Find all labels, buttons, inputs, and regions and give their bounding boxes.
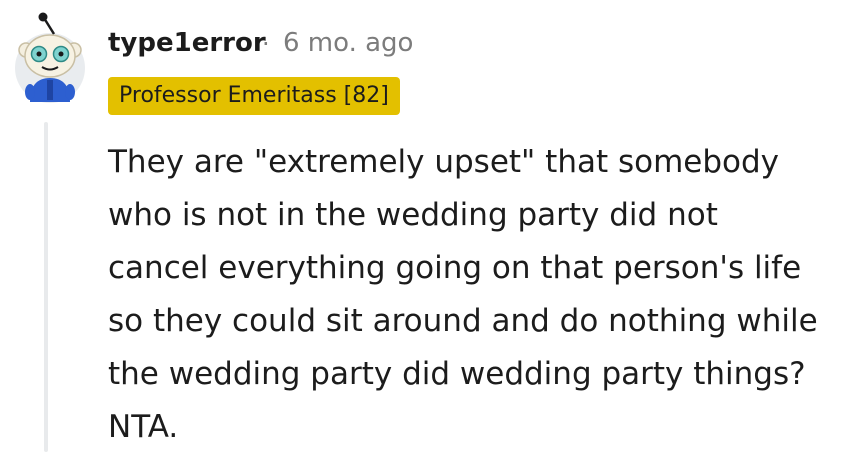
user-flair-badge: Professor Emeritass [82] [108,77,400,115]
comment-author[interactable]: type1error [108,28,266,58]
meta-separator: · [262,30,270,58]
comment-timestamp[interactable]: 6 mo. ago [283,28,413,58]
thread-collapse-line[interactable] [44,122,48,452]
comment-body: They are "extremely upset" that somebody… [108,144,818,445]
user-avatar-icon[interactable] [14,12,86,104]
